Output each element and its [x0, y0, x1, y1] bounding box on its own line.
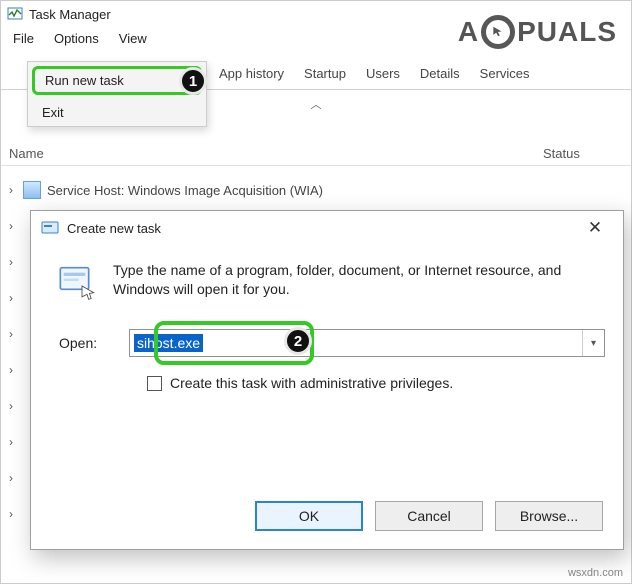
dialog-buttons: OK Cancel Browse...: [255, 501, 603, 531]
chevron-right-icon[interactable]: ›: [9, 183, 13, 197]
column-name[interactable]: Name: [9, 146, 543, 161]
menu-file[interactable]: File: [3, 27, 44, 50]
ok-button[interactable]: OK: [255, 501, 363, 531]
dialog-message: Type the name of a program, folder, docu…: [113, 261, 597, 301]
table-row[interactable]: › Service Host: Windows Image Acquisitio…: [1, 172, 631, 208]
chevron-right-icon[interactable]: ›: [9, 507, 13, 521]
process-icon: [23, 181, 41, 199]
chevron-right-icon[interactable]: ›: [9, 363, 13, 377]
window-title: Task Manager: [29, 7, 111, 22]
chevron-right-icon[interactable]: ›: [9, 399, 13, 413]
footer-watermark: wsxdn.com: [568, 567, 623, 579]
process-name: Service Host: Windows Image Acquisition …: [47, 183, 323, 198]
file-menu: Run new task Exit: [27, 61, 207, 127]
cursor-icon: [481, 15, 515, 49]
create-new-task-dialog: Create new task ✕ Type the name of a pro…: [30, 210, 624, 550]
browse-button[interactable]: Browse...: [495, 501, 603, 531]
tab-startup[interactable]: Startup: [294, 60, 356, 89]
chevron-right-icon[interactable]: ›: [9, 327, 13, 341]
chevron-right-icon[interactable]: ›: [9, 219, 13, 233]
column-status[interactable]: Status: [543, 146, 623, 161]
watermark-text: PUALS: [517, 16, 617, 48]
menu-item-run-new-task[interactable]: Run new task: [32, 66, 202, 95]
tab-services[interactable]: Services: [470, 60, 540, 89]
menu-view[interactable]: View: [109, 27, 157, 50]
chevron-right-icon[interactable]: ›: [9, 291, 13, 305]
dialog-title: Create new task: [67, 221, 577, 236]
tab-details[interactable]: Details: [410, 60, 470, 89]
menu-item-label: Run new task: [45, 73, 124, 88]
watermark-text: A: [458, 16, 479, 48]
tab-app-history[interactable]: App history: [209, 60, 294, 89]
open-combobox[interactable]: sihost.exe ▾: [129, 329, 605, 357]
column-headers: Name Status: [1, 142, 631, 166]
close-button[interactable]: ✕: [577, 218, 613, 238]
chevron-down-icon[interactable]: ▾: [582, 330, 604, 356]
dialog-titlebar: Create new task ✕: [31, 211, 623, 245]
callout-badge-2: 2: [284, 327, 312, 355]
menu-options[interactable]: Options: [44, 27, 109, 50]
tab-users[interactable]: Users: [356, 60, 410, 89]
admin-checkbox[interactable]: [147, 376, 162, 391]
run-dialog-icon: [41, 219, 59, 237]
cancel-button[interactable]: Cancel: [375, 501, 483, 531]
task-manager-icon: [7, 6, 23, 22]
open-label: Open:: [59, 335, 129, 351]
chevron-right-icon[interactable]: ›: [9, 471, 13, 485]
menu-item-exit[interactable]: Exit: [28, 99, 206, 126]
run-prompt-icon: [57, 261, 97, 301]
watermark-logo: A PUALS: [458, 15, 617, 49]
menu-item-label: Exit: [42, 105, 64, 120]
open-value: sihost.exe: [134, 334, 203, 352]
chevron-right-icon[interactable]: ›: [9, 435, 13, 449]
callout-badge-1: 1: [179, 67, 207, 95]
chevron-right-icon[interactable]: ›: [9, 255, 13, 269]
admin-checkbox-label: Create this task with administrative pri…: [170, 375, 453, 391]
